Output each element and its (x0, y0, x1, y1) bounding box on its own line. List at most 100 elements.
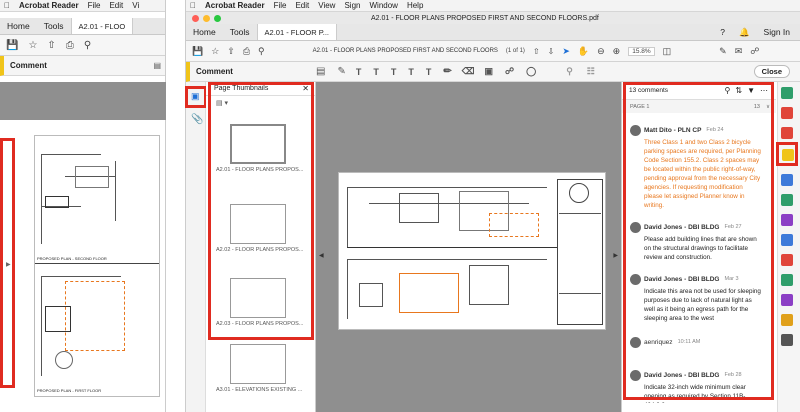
collapse-right-icon[interactable]: ▶ (613, 252, 618, 259)
edit-pdf-icon[interactable] (781, 127, 793, 139)
menu-app[interactable]: Acrobat Reader (205, 1, 265, 10)
close-button[interactable]: Close (753, 65, 790, 78)
attach-icon[interactable]: ☍ (505, 66, 514, 77)
more-tools-icon[interactable] (781, 334, 793, 346)
left-panel-toggle-highlight[interactable]: ▶ (0, 138, 15, 388)
menu-help[interactable]: Help (407, 1, 423, 10)
protect-icon[interactable] (781, 234, 793, 246)
right-tab-bar: Home Tools A2.01 - FLOOR P... ? 🔔 Sign I… (186, 24, 800, 41)
bookmark-star-icon[interactable]: ☆ (211, 46, 219, 57)
select-cursor-icon[interactable]: ➤ (562, 46, 570, 57)
hand-tool-icon[interactable]: ✋ (578, 46, 589, 57)
menu-window[interactable]: Window (369, 1, 397, 10)
comment-tool-highlight[interactable] (776, 142, 798, 166)
save-icon[interactable]: 💾 (6, 40, 18, 51)
attachment-icon[interactable]: 📎 (191, 114, 203, 125)
collapse-left-icon[interactable]: ◀ (319, 252, 324, 259)
sign-icon[interactable] (781, 294, 793, 306)
sign-in-link[interactable]: Sign In (757, 27, 800, 37)
zoom-window-dot[interactable] (214, 14, 221, 22)
organize-pages-icon[interactable] (781, 194, 793, 206)
share-icon[interactable]: ☍ (750, 46, 759, 57)
menu-sign[interactable]: Sign (344, 1, 360, 10)
tab-home[interactable]: Home (186, 27, 223, 37)
right-window:  Acrobat Reader File Edit View Sign Win… (185, 0, 800, 412)
search-icon[interactable]: ⚲ (84, 40, 91, 51)
menu-view[interactable]: View (318, 1, 335, 10)
menu-file[interactable]: File (274, 1, 287, 10)
optimize-icon[interactable] (781, 254, 793, 266)
zoom-in-icon[interactable]: ⊕ (613, 46, 621, 57)
left-gray-band (0, 82, 166, 120)
tab-tools[interactable]: Tools (37, 21, 71, 31)
menu-edit[interactable]: Edit (109, 1, 123, 10)
sticky-note-icon[interactable]: ▤ (316, 66, 325, 77)
page-down-icon[interactable]: ⇩ (548, 47, 555, 56)
page-count: (1 of 1) (505, 48, 525, 54)
upload-icon[interactable]: ⇧ (47, 40, 55, 51)
tab-document[interactable]: A2.01 - FLOOR P... (256, 24, 338, 40)
title-bar: A2.01 - FLOOR PLANS PROPOSED FIRST AND S… (186, 12, 800, 24)
menu-file[interactable]: File (88, 1, 101, 10)
print-icon[interactable]: ⎙ (243, 46, 250, 57)
comment-tool-icon[interactable] (782, 149, 794, 161)
tab-document[interactable]: A2.01 - FLOO (70, 18, 134, 34)
left-document-page: PROPOSED PLAN - SECOND FLOOR PROPOSED PL… (34, 135, 160, 397)
right-menu-bar:  Acrobat Reader File Edit View Sign Win… (186, 0, 800, 12)
chat-icon[interactable]: ▤ (153, 61, 161, 70)
document-view: ◀ ▶ (316, 82, 621, 412)
fit-page-icon[interactable]: ◫ (663, 46, 672, 57)
combine-files-icon[interactable] (781, 174, 793, 186)
draw-icon[interactable]: ✏ (443, 66, 451, 77)
certificates-icon[interactable] (781, 314, 793, 326)
pin-icon[interactable]: ⚲ (566, 66, 573, 77)
fill-sign-icon[interactable] (781, 214, 793, 226)
tab-tools[interactable]: Tools (223, 27, 257, 37)
thumbnail-image[interactable] (230, 344, 286, 384)
text-replace-icon[interactable]: T (391, 67, 397, 77)
left-comment-bar: Comment ▤ (0, 56, 165, 76)
window-title: A2.01 - FLOOR PLANS PROPOSED FIRST AND S… (371, 14, 599, 22)
save-icon[interactable]: 💾 (192, 46, 203, 57)
right-comment-bar: Comment ▤ ✎ T T T T T ✏ ⌫ ▣ ☍ ◯ ⚲ ☷ Clos… (186, 62, 800, 82)
page-up-icon[interactable]: ⇧ (533, 47, 540, 56)
upload-icon[interactable]: ⇧ (227, 46, 235, 57)
text-underline-icon[interactable]: T (356, 67, 362, 77)
minimize-window-dot[interactable] (203, 14, 210, 22)
print-icon[interactable]: ⎙ (66, 40, 74, 51)
thumbnail-item[interactable]: A3.01 - ELEVATIONS EXISTING ... (216, 344, 308, 393)
eraser-icon[interactable]: ⌫ (462, 66, 475, 77)
create-pdf-icon[interactable] (781, 107, 793, 119)
page-thumbnails-icon[interactable]: ▣ (191, 91, 200, 102)
textbox-icon[interactable]: T (408, 67, 414, 77)
thumbnails-panel-highlight (208, 82, 314, 340)
tab-home[interactable]: Home (0, 21, 37, 31)
fill-icon[interactable]: ☷ (587, 66, 595, 77)
right-tools-rail (776, 82, 800, 412)
pen-icon[interactable]: ✎ (337, 66, 345, 77)
mail-icon[interactable]: ✉ (735, 46, 743, 57)
zoom-level[interactable]: 15.8% (628, 46, 655, 56)
shapes-icon[interactable]: ◯ (526, 66, 536, 77)
sign-pen-icon[interactable]: ✎ (719, 46, 727, 57)
expand-panel-icon[interactable]: ▶ (6, 261, 11, 268)
search-icon[interactable]: ⚲ (258, 46, 265, 57)
menu-app[interactable]: Acrobat Reader (19, 1, 79, 10)
stamp-icon[interactable]: ▣ (484, 66, 493, 77)
bookmark-star-icon[interactable]: ☆ (28, 40, 37, 51)
export-pdf-icon[interactable] (781, 87, 793, 99)
text-comment-icon[interactable]: T (426, 67, 432, 77)
close-window-dot[interactable] (192, 14, 199, 22)
text-strike-icon[interactable]: T (373, 67, 379, 77)
notification-bell-icon[interactable]: 🔔 (732, 27, 757, 38)
thumbnails-button-highlight[interactable]: ▣ (185, 86, 207, 108)
help-icon[interactable]: ? (713, 27, 732, 37)
menu-view[interactable]: Vi (132, 1, 139, 10)
apple-icon[interactable]:  (4, 1, 10, 10)
zoom-out-icon[interactable]: ⊖ (597, 46, 605, 57)
send-review-icon[interactable] (781, 274, 793, 286)
menu-edit[interactable]: Edit (295, 1, 309, 10)
left-toolbar: 💾 ☆ ⇧ ⎙ ⚲ (0, 35, 165, 56)
apple-icon[interactable]:  (190, 1, 196, 10)
right-toolbar: 💾 ☆ ⇧ ⎙ ⚲ A2.01 - FLOOR PLANS PROPOSED F… (186, 41, 800, 62)
